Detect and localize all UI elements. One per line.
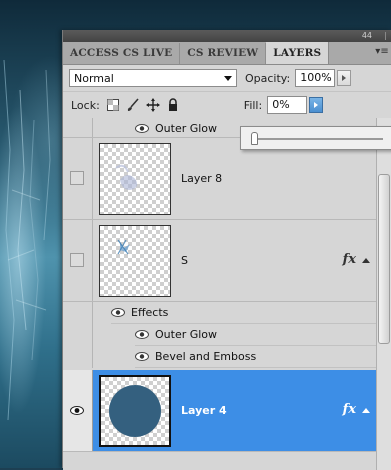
fill-input[interactable]: 0% <box>267 96 308 114</box>
tab-cs-review[interactable]: CS REVIEW <box>180 43 267 64</box>
slider-track[interactable] <box>251 138 383 140</box>
panel-tabs: ACCESS CS LIVE CS REVIEW LAYERS ▾≡ <box>63 42 391 65</box>
lock-image-brush-icon[interactable] <box>126 98 140 112</box>
layer-thumbnail[interactable] <box>99 225 171 297</box>
fill-label: Fill: <box>243 98 263 112</box>
fx-icon[interactable]: fx <box>343 252 356 267</box>
lock-row: Lock: Fill: 0% <box>63 92 391 118</box>
layers-scrollbar[interactable] <box>376 118 391 470</box>
layer-name[interactable]: Layer 4 <box>181 404 227 417</box>
layers-list: Outer Glow Layer 8 S fx Effects Outer Gl… <box>63 118 391 470</box>
visibility-toggle[interactable] <box>70 171 84 185</box>
eye-icon[interactable] <box>135 330 149 339</box>
layer-name[interactable]: S <box>181 254 188 267</box>
effect-row[interactable]: Bevel and Emboss <box>135 346 376 368</box>
layer-content-preview <box>109 385 161 437</box>
fill-slider-popup <box>240 126 391 150</box>
lock-all-padlock-icon[interactable] <box>166 98 180 112</box>
visibility-toggle[interactable] <box>70 253 84 267</box>
layer-row[interactable]: Layer 8 <box>63 138 376 220</box>
scroll-thumb[interactable] <box>378 174 390 344</box>
blend-mode-value: Normal <box>74 71 114 85</box>
opacity-label: Opacity: <box>245 71 291 85</box>
effect-row[interactable]: Outer Glow <box>135 324 376 346</box>
chevron-up-icon[interactable] <box>362 408 370 413</box>
layer-name[interactable]: Layer 8 <box>181 172 222 185</box>
effect-name: Bevel and Emboss <box>155 350 257 363</box>
lock-label: Lock: <box>71 98 100 112</box>
eye-icon[interactable] <box>70 406 84 415</box>
tab-layers[interactable]: LAYERS <box>266 42 330 64</box>
layer-content-preview <box>117 239 130 255</box>
chevron-down-icon <box>224 75 232 81</box>
panel-title-strip[interactable]: 44 <box>63 30 391 42</box>
blend-mode-select[interactable]: Normal <box>69 69 237 87</box>
layer-content-preview <box>115 164 138 190</box>
eye-cell <box>63 220 93 301</box>
tab-access-cs-live[interactable]: ACCESS CS LIVE <box>63 43 181 64</box>
layer-thumbnail[interactable] <box>99 375 171 447</box>
collapse-icon[interactable]: 44 <box>362 30 372 42</box>
layers-panel: 44 ACCESS CS LIVE CS REVIEW LAYERS ▾≡ No… <box>62 30 391 470</box>
blend-row: Normal Opacity: 100% <box>63 65 391 92</box>
layer-thumbnail[interactable] <box>99 143 171 215</box>
effects-group: Effects Outer Glow Bevel and Emboss <box>63 302 376 368</box>
chevron-up-icon[interactable] <box>362 258 370 263</box>
layer-row-selected[interactable]: Layer 4 fx <box>63 370 376 452</box>
effect-name: Outer Glow <box>155 121 218 135</box>
panel-grip[interactable] <box>385 32 386 40</box>
eye-cell <box>63 302 93 368</box>
effects-label: Effects <box>131 306 169 319</box>
eye-cell <box>63 138 93 219</box>
lock-position-move-icon[interactable] <box>145 98 160 112</box>
eye-cell <box>63 118 93 137</box>
eye-icon[interactable] <box>111 308 125 317</box>
opacity-flyout-button[interactable] <box>337 70 352 86</box>
effect-name: Outer Glow <box>155 328 218 341</box>
layer-row[interactable]: S fx <box>63 220 376 302</box>
eye-icon[interactable] <box>135 352 149 361</box>
slider-knob[interactable] <box>251 132 258 145</box>
fill-flyout-button[interactable] <box>309 97 324 113</box>
lock-transparent-icon[interactable] <box>106 98 120 112</box>
eye-cell <box>63 370 93 451</box>
panel-menu-icon[interactable]: ▾≡ <box>374 45 390 59</box>
effect-row[interactable]: Outer Glow <box>135 118 217 138</box>
effects-header-row[interactable]: Effects <box>111 302 376 324</box>
fx-icon[interactable]: fx <box>343 402 356 417</box>
eye-icon[interactable] <box>135 123 149 133</box>
opacity-input[interactable]: 100% <box>295 69 336 87</box>
canvas-texture <box>3 59 51 421</box>
